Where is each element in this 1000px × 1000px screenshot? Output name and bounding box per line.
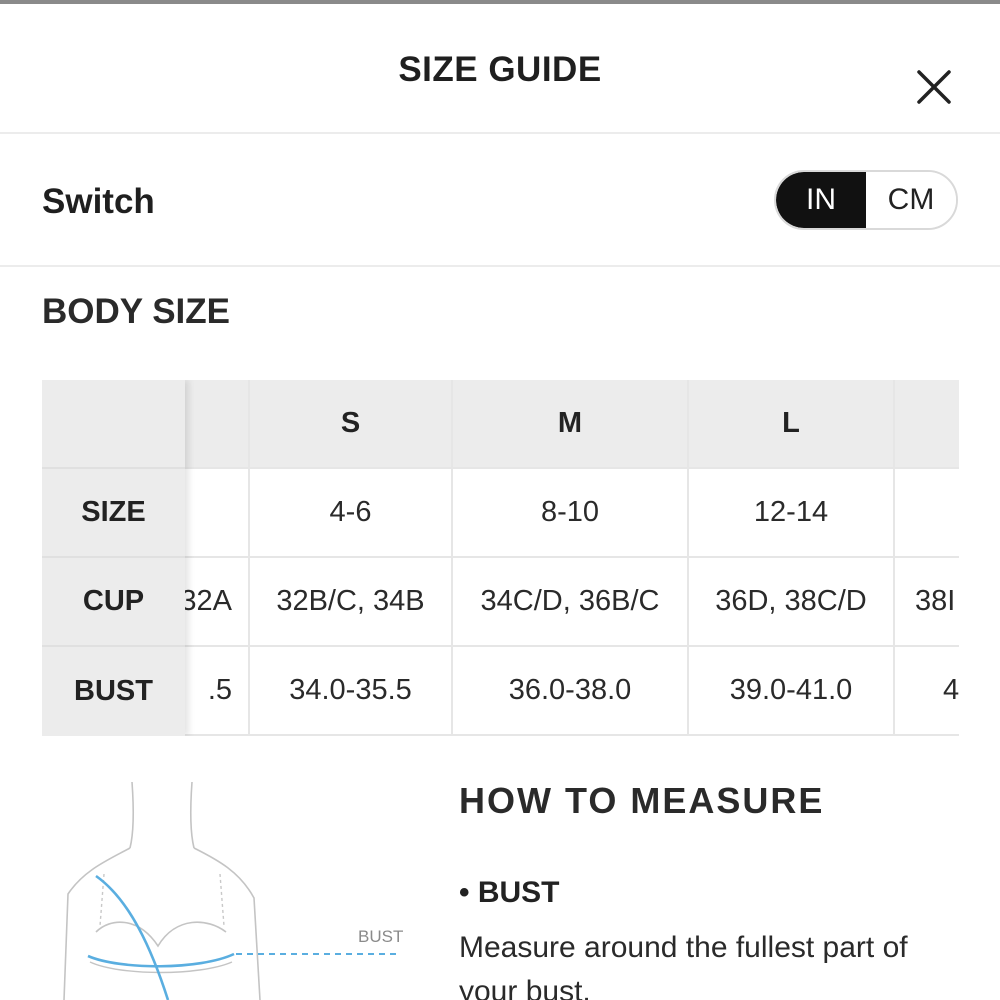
body-size-title: BODY SIZE [42, 292, 231, 331]
cup-cell: 38I [895, 558, 959, 647]
switch-label: Switch [42, 182, 155, 221]
cup-cell: 34C/D, 36B/C [453, 558, 689, 647]
bust-heading: • BUST [459, 876, 560, 909]
bust-figure-label: BUST [358, 927, 403, 946]
close-button[interactable] [906, 60, 962, 116]
size-cell: 8-10 [453, 469, 689, 558]
bust-cell: .5 [185, 647, 250, 736]
size-cell [185, 469, 250, 558]
size-cell [895, 469, 959, 558]
cup-cell: 32B/C, 34B [250, 558, 453, 647]
close-icon [917, 70, 951, 104]
row-label-column: SIZE CUP BUST [42, 380, 185, 736]
size-column-header: S [250, 380, 453, 469]
bust-cell: 36.0-38.0 [453, 647, 689, 736]
size-cell: 12-14 [689, 469, 895, 558]
how-to-measure-title: HOW TO MEASURE [459, 780, 825, 821]
size-table[interactable]: 32A .5 S 4-6 32B/C, 34B 34.0-35.5 M 8-10… [42, 380, 959, 736]
bust-cell: 39.0-41.0 [689, 647, 895, 736]
size-column-header [895, 380, 959, 469]
size-column-header: M [453, 380, 689, 469]
row-label-empty [42, 380, 185, 469]
row-label-size: SIZE [42, 469, 185, 558]
size-column-header [185, 380, 250, 469]
bust-description: Measure around the fullest part of your … [459, 931, 908, 1000]
bust-cell: 4 [895, 647, 959, 736]
bust-cell: 34.0-35.5 [250, 647, 453, 736]
unit-option-in[interactable]: IN [776, 172, 866, 228]
bust-measure-illustration: BUST [60, 770, 420, 1000]
unit-option-cm[interactable]: CM [866, 172, 956, 228]
size-guide-header: SIZE GUIDE [0, 4, 1000, 134]
size-cell: 4-6 [250, 469, 453, 558]
size-column-header: L [689, 380, 895, 469]
unit-switch-row: Switch IN CM [0, 136, 1000, 267]
cup-cell: 36D, 38C/D [689, 558, 895, 647]
unit-toggle[interactable]: IN CM [774, 170, 958, 230]
cup-cell: 32A [185, 558, 250, 647]
page-title: SIZE GUIDE [398, 50, 602, 89]
body-outline-icon: BUST [63, 781, 403, 1000]
row-label-bust: BUST [74, 675, 153, 707]
row-label-cup: CUP [42, 558, 185, 647]
